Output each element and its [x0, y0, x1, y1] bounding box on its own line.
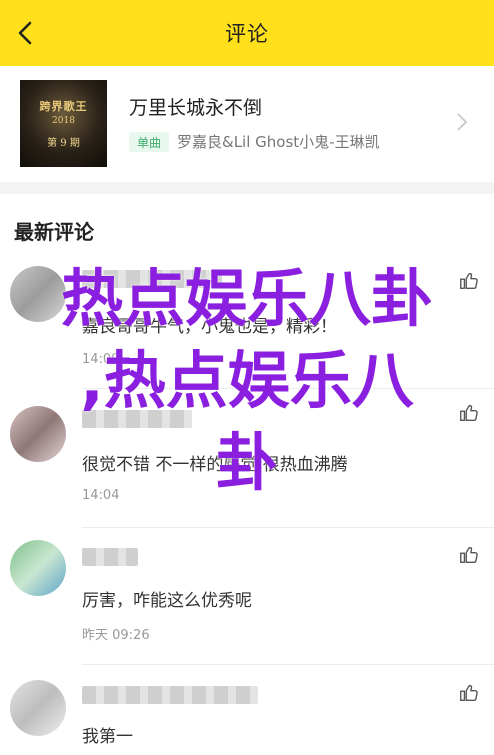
comment-text: 厉害，咋能这么优秀呢	[82, 591, 252, 611]
comment-item: 厉害，咋能这么优秀呢 昨天 09:26	[0, 538, 494, 668]
divider	[82, 388, 494, 389]
avatar[interactable]	[10, 540, 66, 596]
avatar[interactable]	[10, 266, 66, 322]
chevron-left-icon	[18, 21, 32, 45]
username-blurred[interactable]	[82, 548, 138, 566]
thumbs-up-icon[interactable]	[458, 402, 480, 424]
comment-text: 嘉良哥哥牛气，小鬼也是，精彩！	[82, 317, 337, 337]
divider	[82, 527, 494, 528]
avatar[interactable]	[10, 406, 66, 462]
comment-text: 很觉不错 不一样的感觉 很热血沸腾	[82, 455, 348, 475]
divider	[82, 664, 494, 665]
page-title: 评论	[225, 22, 269, 46]
comment-item: 我第一	[0, 676, 494, 755]
username-blurred[interactable]	[82, 410, 192, 428]
back-button[interactable]	[10, 18, 40, 48]
username-blurred[interactable]	[82, 686, 258, 704]
artist-name: 罗嘉良&Lil Ghost小鬼-王琳凯	[177, 133, 380, 151]
chevron-right-icon	[457, 113, 468, 131]
username-blurred[interactable]	[82, 270, 222, 288]
album-cover: 跨界歌王 2018 第 9 期	[20, 80, 107, 167]
thumbs-up-icon[interactable]	[458, 682, 480, 704]
thumbs-up-icon[interactable]	[458, 544, 480, 566]
song-title: 万里长城永不倒	[129, 97, 263, 119]
comment-time: 14:09	[82, 352, 120, 367]
cover-episode: 第 9 期	[47, 138, 80, 149]
single-tag: 单曲	[129, 132, 169, 152]
cover-year: 2018	[52, 116, 75, 126]
thumbs-up-icon[interactable]	[458, 270, 480, 292]
top-bar: 评论	[0, 0, 494, 66]
comments-section: 最新评论 嘉良哥哥牛气，小鬼也是，精彩！ 14:09 很觉不错 不一样的感觉 很…	[0, 194, 494, 755]
comment-time: 昨天 09:26	[82, 628, 150, 643]
comment-text: 我第一	[82, 727, 133, 747]
comment-item: 嘉良哥哥牛气，小鬼也是，精彩！ 14:09	[0, 262, 494, 392]
comment-item: 很觉不错 不一样的感觉 很热血沸腾 14:04	[0, 402, 494, 532]
comment-time: 14:04	[82, 488, 120, 503]
cover-title: 跨界歌王	[39, 100, 88, 113]
avatar[interactable]	[10, 680, 66, 736]
song-card[interactable]: 跨界歌王 2018 第 9 期 万里长城永不倒 单曲 罗嘉良&Lil Ghost…	[0, 66, 494, 182]
section-title: 最新评论	[14, 220, 94, 244]
